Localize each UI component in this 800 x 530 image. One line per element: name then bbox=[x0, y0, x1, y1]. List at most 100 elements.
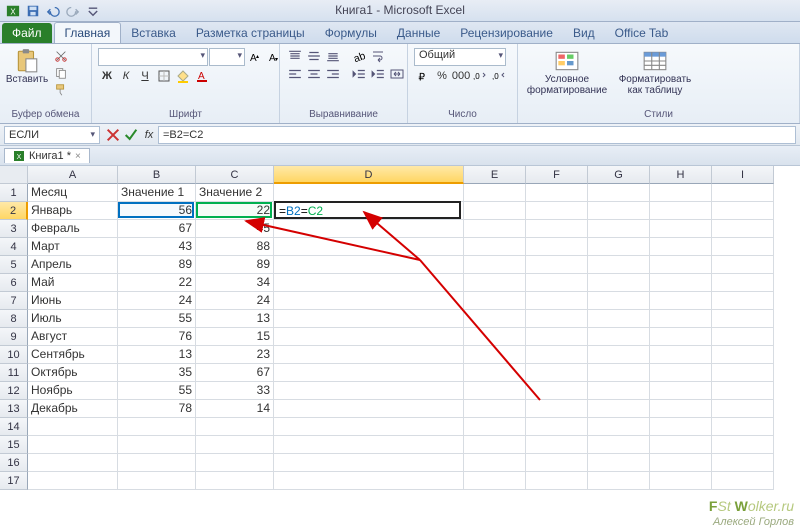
cell[interactable] bbox=[588, 472, 650, 490]
cell[interactable]: Декабрь bbox=[28, 400, 118, 418]
active-cell-editor[interactable]: =B2=C2 bbox=[274, 201, 461, 219]
cell[interactable]: 67 bbox=[196, 364, 274, 382]
select-all-corner[interactable] bbox=[0, 166, 28, 184]
cell[interactable] bbox=[588, 454, 650, 472]
cell[interactable] bbox=[464, 418, 526, 436]
fill-color-icon[interactable] bbox=[174, 68, 192, 84]
cell[interactable]: 23 bbox=[196, 346, 274, 364]
cell[interactable] bbox=[526, 256, 588, 274]
cut-icon[interactable] bbox=[52, 48, 70, 64]
cell[interactable] bbox=[464, 454, 526, 472]
cell[interactable] bbox=[526, 418, 588, 436]
cell[interactable] bbox=[526, 184, 588, 202]
cell[interactable]: Месяц bbox=[28, 184, 118, 202]
cell[interactable] bbox=[588, 238, 650, 256]
cell[interactable] bbox=[274, 400, 464, 418]
cell[interactable] bbox=[588, 346, 650, 364]
wrap-text-icon[interactable] bbox=[369, 48, 387, 64]
redo-icon[interactable] bbox=[64, 2, 82, 20]
cell[interactable]: 43 bbox=[118, 238, 196, 256]
column-header[interactable]: D bbox=[274, 166, 464, 184]
cell[interactable]: 89 bbox=[118, 256, 196, 274]
cell[interactable]: Октябрь bbox=[28, 364, 118, 382]
cell[interactable] bbox=[712, 310, 774, 328]
row-header[interactable]: 7 bbox=[0, 292, 28, 310]
cancel-formula-icon[interactable] bbox=[105, 127, 121, 143]
cell[interactable] bbox=[650, 400, 712, 418]
cell[interactable] bbox=[464, 202, 526, 220]
row-header[interactable]: 15 bbox=[0, 436, 28, 454]
cell[interactable] bbox=[526, 292, 588, 310]
increase-font-icon[interactable]: A▴ bbox=[246, 49, 264, 65]
cell[interactable]: Июнь bbox=[28, 292, 118, 310]
cell[interactable]: Май bbox=[28, 274, 118, 292]
borders-icon[interactable] bbox=[155, 68, 173, 84]
cell[interactable] bbox=[712, 382, 774, 400]
cell[interactable] bbox=[464, 472, 526, 490]
cell[interactable] bbox=[274, 274, 464, 292]
cell[interactable]: 67 bbox=[118, 220, 196, 238]
align-middle-icon[interactable] bbox=[305, 48, 323, 64]
row-header[interactable]: 9 bbox=[0, 328, 28, 346]
name-box[interactable]: ЕСЛИ bbox=[4, 126, 100, 144]
cell[interactable] bbox=[196, 454, 274, 472]
cell[interactable] bbox=[464, 184, 526, 202]
ribbon-tab-главная[interactable]: Главная bbox=[54, 22, 122, 43]
cell[interactable] bbox=[650, 418, 712, 436]
cell[interactable] bbox=[588, 364, 650, 382]
row-header[interactable]: 16 bbox=[0, 454, 28, 472]
cell[interactable] bbox=[650, 328, 712, 346]
cell[interactable] bbox=[588, 202, 650, 220]
italic-icon[interactable]: К bbox=[117, 68, 135, 84]
row-header[interactable]: 8 bbox=[0, 310, 28, 328]
cell[interactable] bbox=[526, 472, 588, 490]
underline-icon[interactable]: Ч bbox=[136, 68, 154, 84]
orientation-icon[interactable]: ab bbox=[350, 48, 368, 64]
enter-formula-icon[interactable] bbox=[123, 127, 139, 143]
cell[interactable] bbox=[274, 220, 464, 238]
cell[interactable] bbox=[464, 274, 526, 292]
cell[interactable] bbox=[464, 364, 526, 382]
cell[interactable]: 89 bbox=[196, 256, 274, 274]
decrease-decimal-icon[interactable]: ,0 bbox=[490, 68, 508, 84]
cell[interactable] bbox=[274, 382, 464, 400]
ribbon-tab-формулы[interactable]: Формулы bbox=[315, 23, 387, 43]
cell[interactable] bbox=[274, 184, 464, 202]
cell[interactable] bbox=[118, 472, 196, 490]
cell[interactable] bbox=[650, 472, 712, 490]
cell[interactable] bbox=[588, 184, 650, 202]
format-as-table-button[interactable]: Форматировать как таблицу bbox=[614, 48, 696, 96]
cell[interactable] bbox=[526, 346, 588, 364]
cell[interactable] bbox=[712, 418, 774, 436]
cell[interactable]: 14 bbox=[196, 400, 274, 418]
ribbon-tab-office tab[interactable]: Office Tab bbox=[605, 23, 679, 43]
cell[interactable] bbox=[588, 310, 650, 328]
cell[interactable]: 13 bbox=[196, 310, 274, 328]
cell[interactable] bbox=[118, 418, 196, 436]
file-tab[interactable]: Файл bbox=[2, 23, 52, 43]
cell[interactable]: 55 bbox=[118, 382, 196, 400]
cell[interactable] bbox=[650, 256, 712, 274]
cell[interactable] bbox=[274, 454, 464, 472]
cell[interactable] bbox=[274, 256, 464, 274]
cell[interactable] bbox=[650, 238, 712, 256]
cell[interactable] bbox=[118, 454, 196, 472]
save-icon[interactable] bbox=[24, 2, 42, 20]
cell[interactable] bbox=[650, 292, 712, 310]
format-painter-icon[interactable] bbox=[52, 82, 70, 98]
cell[interactable]: 78 bbox=[118, 400, 196, 418]
cell[interactable]: Март bbox=[28, 238, 118, 256]
cell[interactable] bbox=[712, 328, 774, 346]
cell[interactable] bbox=[196, 436, 274, 454]
cell[interactable] bbox=[464, 292, 526, 310]
cell[interactable] bbox=[588, 382, 650, 400]
cell[interactable] bbox=[196, 418, 274, 436]
cell[interactable] bbox=[274, 238, 464, 256]
ribbon-tab-вид[interactable]: Вид bbox=[563, 23, 605, 43]
cell[interactable] bbox=[650, 220, 712, 238]
cell[interactable] bbox=[274, 346, 464, 364]
ribbon-tab-данные[interactable]: Данные bbox=[387, 23, 450, 43]
spreadsheet-grid[interactable]: ABCDEFGHI1МесяцЗначение 1Значение 22Янва… bbox=[0, 166, 800, 490]
copy-icon[interactable] bbox=[52, 65, 70, 81]
ribbon-tab-рецензирование[interactable]: Рецензирование bbox=[450, 23, 563, 43]
